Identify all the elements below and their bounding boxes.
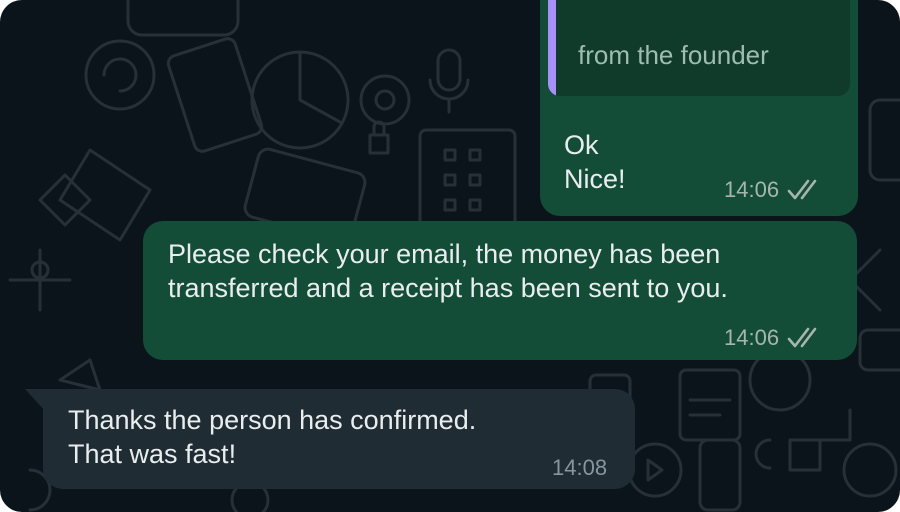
message-text: Thanks the person has confirmed. That wa… [68, 405, 477, 469]
message-time: 14:06 [724, 177, 780, 202]
message-text: Ok Nice! [564, 130, 626, 194]
bubble-tail [25, 389, 45, 411]
message-bubble-incoming[interactable]: Thanks the person has confirmed. That wa… [43, 389, 635, 489]
message-text: Please check your email, the money has b… [168, 239, 728, 303]
message-time: 14:06 [724, 325, 780, 350]
quoted-reply-text: from the founder [578, 40, 769, 70]
chat-view: from the founder Ok Nice! 14:06 Please c… [0, 0, 900, 512]
quoted-reply[interactable]: from the founder [548, 0, 850, 96]
message-bubble-outgoing[interactable]: from the founder Ok Nice! 14:06 [540, 0, 858, 216]
message-time: 14:08 [552, 455, 608, 480]
message-bubble-outgoing[interactable]: Please check your email, the money has b… [143, 221, 857, 360]
quote-accent-bar [548, 0, 556, 96]
double-check-icon [787, 179, 817, 200]
message-meta: 14:08 [552, 455, 607, 481]
double-check-icon [787, 327, 817, 348]
message-meta: 14:06 [724, 325, 827, 351]
message-meta: 14:06 [724, 177, 827, 203]
